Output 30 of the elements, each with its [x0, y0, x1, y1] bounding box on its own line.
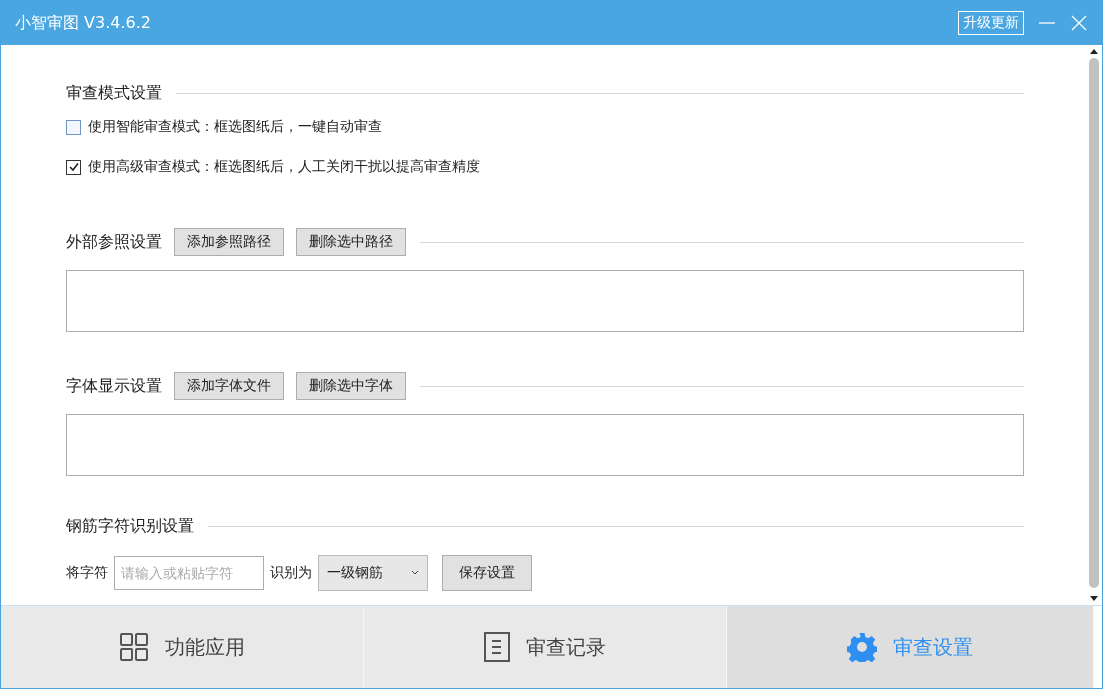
scroll-up-icon[interactable] [1090, 49, 1098, 54]
nav-tab[interactable]: 审查记录 [364, 606, 727, 688]
caret-icon [411, 570, 419, 576]
scrollbar-thumb[interactable] [1089, 58, 1099, 588]
section-heading: 外部参照设置 [66, 231, 162, 253]
section-heading: 审查模式设置 [66, 83, 162, 104]
field-label: 将字符 [66, 564, 108, 582]
checkbox[interactable] [66, 119, 81, 135]
checkbox-label[interactable]: 使用智能审查模式：框选图纸后，一键自动审查 [88, 118, 382, 136]
action-button[interactable]: 添加字体文件 [174, 372, 284, 400]
settings-icon [847, 632, 877, 662]
dropdown[interactable]: 一级钢筋 [318, 555, 428, 591]
field-label: 识别为 [270, 564, 312, 582]
document-icon [484, 632, 510, 662]
window-title: 小智审图 V3.4.6.2 [15, 12, 151, 34]
save-button[interactable]: 保存设置 [442, 555, 532, 591]
list-box[interactable] [66, 270, 1024, 332]
checkbox[interactable] [66, 159, 81, 175]
scroll-down-icon[interactable] [1090, 596, 1098, 601]
section-heading: 字体显示设置 [66, 375, 162, 397]
input-field[interactable]: 请输入或粘贴字符 [114, 556, 264, 590]
action-button[interactable]: 删除选中路径 [296, 228, 406, 256]
action-button[interactable]: 删除选中字体 [296, 372, 406, 400]
checkbox-label[interactable]: 使用高级审查模式：框选图纸后，人工关闭干扰以提高审查精度 [88, 158, 480, 176]
close-icon[interactable] [1070, 14, 1088, 32]
nav-tab[interactable]: 功能应用 [1, 606, 364, 688]
action-button[interactable]: 添加参照路径 [174, 228, 284, 256]
grid-icon [119, 632, 149, 662]
list-box[interactable] [66, 414, 1024, 476]
section-heading: 钢筋字符识别设置 [66, 516, 194, 537]
